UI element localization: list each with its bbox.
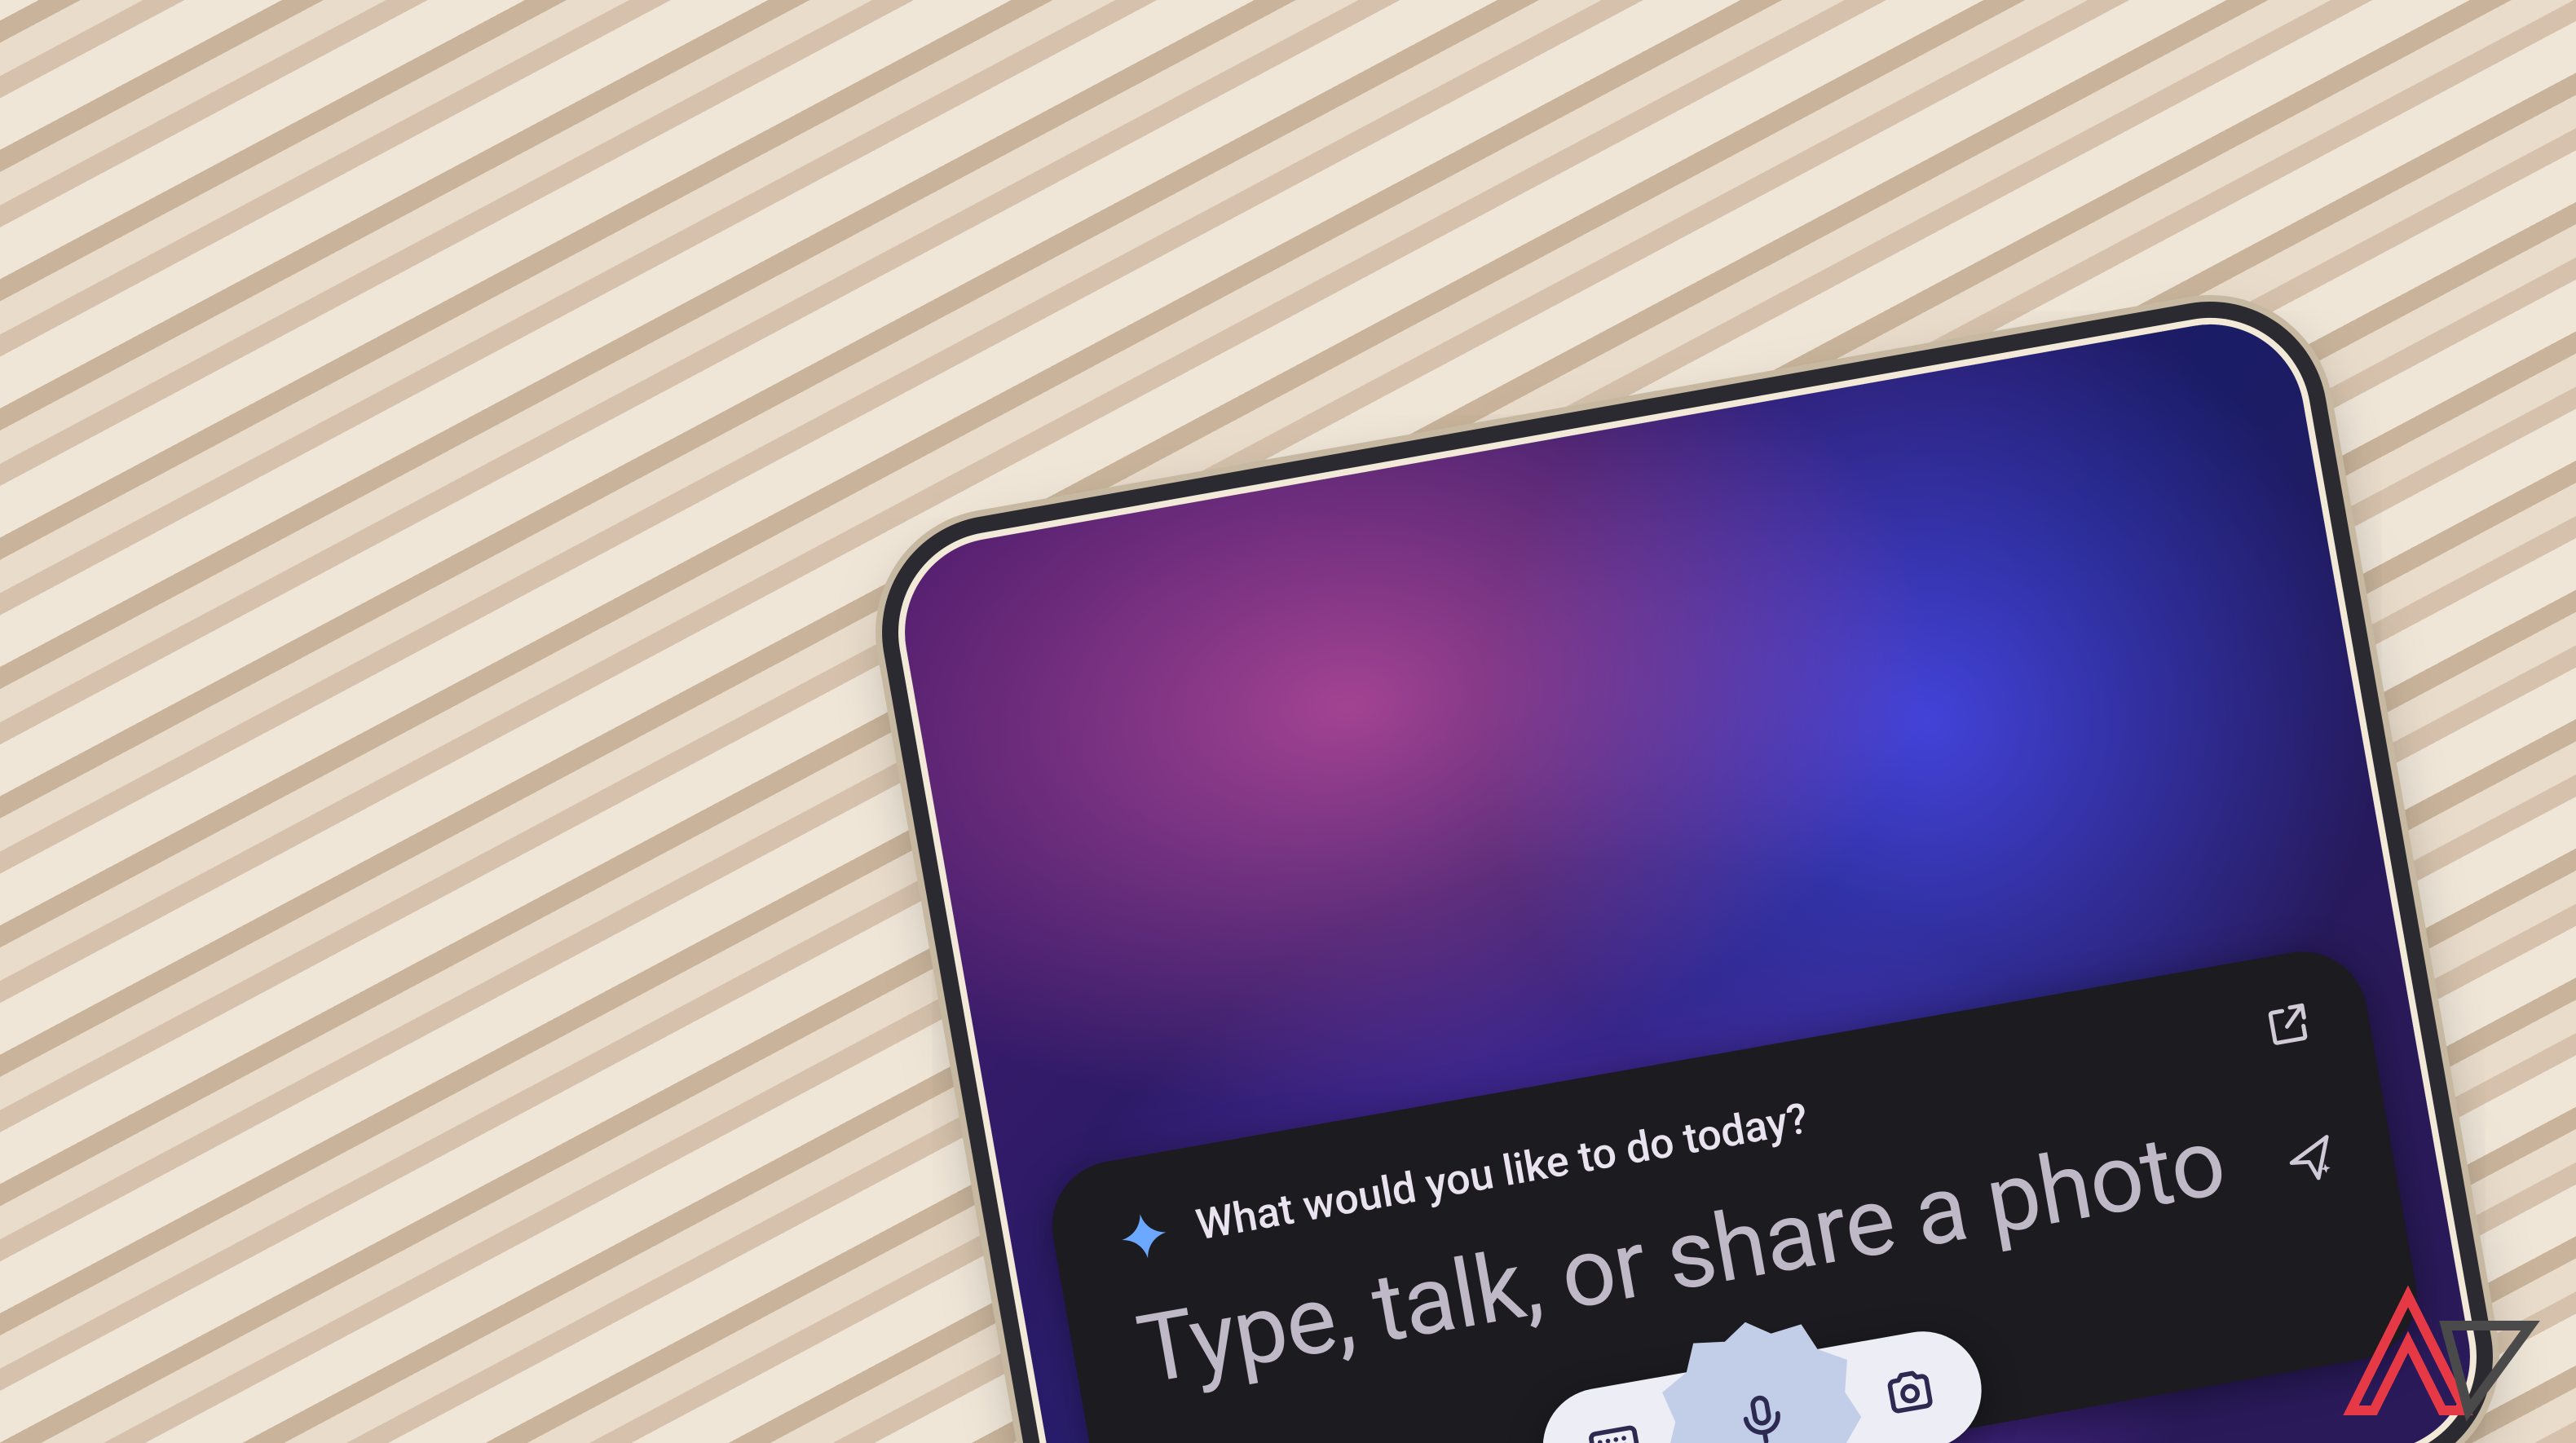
microphone-button[interactable]: [1649, 1305, 1876, 1443]
assistant-card: What would you like to do today? Type, t…: [1042, 942, 2427, 1443]
scene-photo: What would you like to do today? Type, t…: [0, 0, 2576, 1443]
phone-screen: What would you like to do today? Type, t…: [890, 310, 2486, 1443]
watermark-logo: [2318, 1280, 2547, 1427]
assistant-input-pill: [1533, 1322, 1991, 1443]
send-sparkle-icon[interactable]: [2281, 1129, 2341, 1189]
gemini-sparkle-icon: [1116, 1208, 1173, 1265]
open-external-icon[interactable]: [2261, 996, 2318, 1053]
phone-device: What would you like to do today? Type, t…: [890, 310, 2486, 1443]
